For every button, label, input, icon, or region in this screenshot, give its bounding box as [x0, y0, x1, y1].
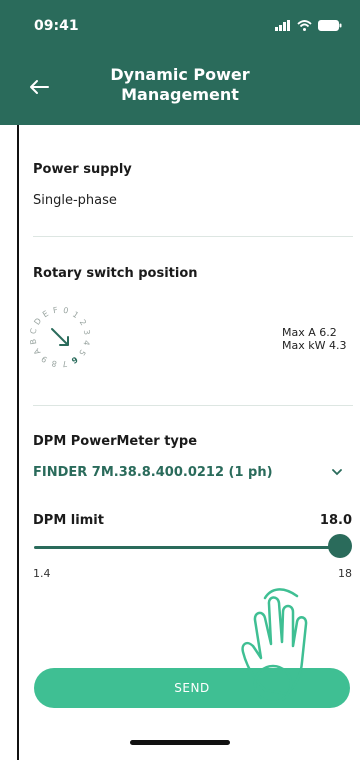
app-header: 09:41 Dynamic Power Management [0, 0, 360, 125]
power-supply-value: Single-phase [33, 193, 117, 208]
dial-char: 5 [77, 348, 87, 357]
signal-icon [275, 20, 290, 31]
dial-char: 9 [40, 354, 49, 364]
send-button-label: SEND [174, 681, 210, 695]
dial-char: 8 [51, 358, 58, 368]
dial-char: F [52, 306, 58, 316]
rotary-switch-dial: F 0 12 3 4 56789ABCDE [28, 306, 92, 369]
dial-char: C [29, 327, 39, 335]
dpm-limit-value: 18.0 [319, 513, 352, 528]
battery-icon [318, 20, 342, 31]
page-title-line1: Dynamic Power [110, 65, 250, 84]
dial-pointer-icon [51, 328, 69, 346]
page-title: Dynamic Power Management [0, 65, 360, 105]
dpm-limit-slider-thumb[interactable] [328, 534, 352, 558]
dial-char: 0 [62, 306, 69, 316]
dial-char: 1 [71, 310, 80, 320]
status-icons [275, 20, 342, 31]
chevron-down-icon[interactable] [332, 467, 342, 477]
powermeter-type-label: DPM PowerMeter type [33, 434, 198, 449]
status-time: 09:41 [34, 18, 79, 34]
dial-char: 4 [81, 339, 91, 346]
powermeter-type-select[interactable]: FINDER 7M.38.8.400.0212 (1 ph) [33, 465, 273, 480]
page-title-line2: Management [121, 85, 239, 104]
divider [33, 405, 353, 406]
dpm-limit-slider-track[interactable] [34, 546, 340, 549]
dial-char: E [41, 309, 50, 319]
tap-hand-icon [241, 588, 308, 704]
power-supply-label: Power supply [33, 162, 132, 177]
rotary-switch-label: Rotary switch position [33, 266, 198, 281]
dial-char: 2 [78, 318, 88, 327]
wifi-icon [297, 20, 312, 31]
home-indicator [130, 740, 230, 745]
dial-char: 7 [61, 359, 68, 369]
frame-edge [17, 125, 19, 760]
slider-max-label: 18 [338, 567, 352, 580]
dial-char: D [32, 316, 43, 326]
status-bar: 09:41 [0, 0, 360, 44]
max-a-value: Max A 6.2 [282, 326, 337, 339]
max-kw-value: Max kW 4.3 [282, 339, 347, 352]
dial-char: 6 [69, 355, 79, 366]
dpm-limit-label: DPM limit [33, 513, 104, 528]
dial-char: B [28, 338, 38, 345]
divider [33, 236, 353, 237]
slider-min-label: 1.4 [33, 567, 51, 580]
dial-char: A [32, 346, 43, 356]
dial-char: 3 [82, 329, 92, 336]
